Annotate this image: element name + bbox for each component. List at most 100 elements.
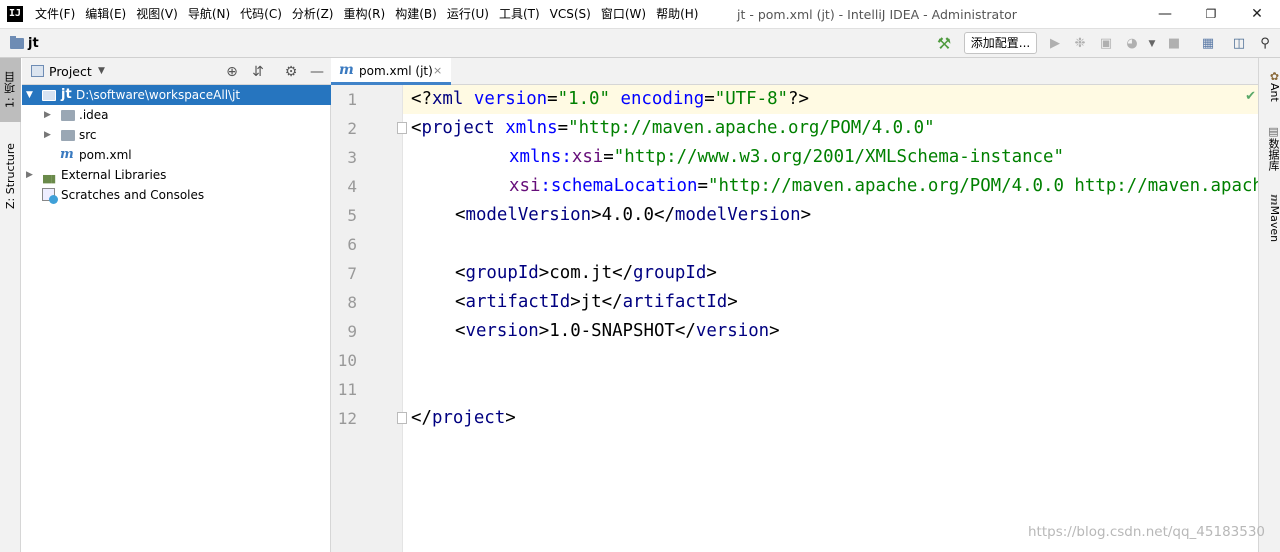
- add-configuration-button[interactable]: 添加配置...: [964, 32, 1037, 54]
- tool-tab-project[interactable]: 1: 项目: [0, 58, 21, 122]
- search-icon[interactable]: ⚲: [1255, 34, 1275, 54]
- code-token: =: [557, 118, 569, 138]
- close-window-button[interactable]: ✕: [1234, 0, 1280, 29]
- restore-button[interactable]: ❐: [1188, 0, 1234, 29]
- tree-item-label: Scratches and Consoles: [61, 188, 205, 202]
- code-token: <: [455, 292, 466, 312]
- profile-icon[interactable]: ◕: [1122, 34, 1142, 54]
- menu-vcs[interactable]: VCS(S): [545, 0, 596, 29]
- tree-item-external-libraries[interactable]: ▶ ▮▮▮ External Libraries: [22, 165, 331, 185]
- code-token: >: [505, 408, 516, 428]
- code-token: xmlns: [505, 118, 558, 138]
- project-panel-header: Project ▼ ⊕ ⇵ ⚙ —: [22, 58, 331, 85]
- code-token: <: [411, 118, 422, 138]
- expand-arrow-icon[interactable]: ▶: [44, 105, 51, 125]
- tab-pom-xml[interactable]: m pom.xml (jt) ×: [331, 58, 451, 85]
- chevron-down-icon[interactable]: ▼: [98, 58, 105, 85]
- tool-tab-ant[interactable]: ✿Ant: [1259, 66, 1280, 106]
- code-token: <: [455, 321, 466, 341]
- minimize-button[interactable]: —: [1142, 0, 1188, 29]
- line-number: 7: [347, 264, 357, 283]
- build-hammer-icon[interactable]: ⚒: [934, 34, 954, 54]
- line-number: 11: [337, 380, 357, 399]
- title-bar: IJ 文件(F) 编辑(E) 视图(V) 导航(N) 代码(C) 分析(Z) 重…: [0, 0, 1280, 29]
- tool-tab-database[interactable]: ▤数据库: [1259, 120, 1280, 176]
- debug-icon[interactable]: ❉: [1070, 34, 1090, 54]
- menu-window[interactable]: 窗口(W): [596, 0, 651, 29]
- editor-gutter[interactable]: 1 2 3 4 5 6 7 8 9 10 11 12: [331, 85, 407, 552]
- run-icon[interactable]: ▶: [1045, 34, 1065, 54]
- code-token: </: [674, 321, 696, 341]
- code-token: com.jt: [549, 263, 613, 283]
- right-tool-strip: ✿Ant ▤数据库 mMaven: [1258, 58, 1280, 552]
- project-structure-icon[interactable]: ▦: [1198, 34, 1218, 54]
- code-token: groupId: [465, 263, 539, 283]
- menu-file[interactable]: 文件(F): [30, 0, 80, 29]
- code-editor[interactable]: ✔ <?xml version="1.0" encoding="UTF-8"?>…: [403, 85, 1258, 552]
- menu-view[interactable]: 视图(V): [131, 0, 183, 29]
- line-number: 1: [347, 90, 357, 109]
- code-token: artifactId: [465, 292, 571, 312]
- tree-item-label: jt: [61, 87, 72, 102]
- code-token: modelVersion: [465, 205, 592, 225]
- breadcrumb-project[interactable]: jt: [28, 29, 39, 58]
- maven-file-icon: m: [339, 62, 354, 78]
- tree-item-label: .idea: [79, 108, 109, 122]
- code-token: </: [411, 408, 432, 428]
- tool-tab-structure[interactable]: Z: Structure: [0, 134, 21, 218]
- menu-edit[interactable]: 编辑(E): [80, 0, 131, 29]
- ant-icon: ✿: [1268, 70, 1280, 84]
- code-token: =: [547, 89, 558, 109]
- code-token: version: [473, 89, 548, 109]
- tree-item-src[interactable]: ▶ src: [22, 125, 331, 145]
- collapse-all-icon[interactable]: ⇵: [248, 62, 268, 82]
- menu-run[interactable]: 运行(U): [442, 0, 494, 29]
- locate-file-icon[interactable]: ⊕: [222, 62, 242, 82]
- tree-item-scratches[interactable]: Scratches and Consoles: [22, 185, 331, 205]
- line-number: 4: [347, 177, 357, 196]
- close-tab-icon[interactable]: ×: [433, 58, 442, 84]
- menu-help[interactable]: 帮助(H): [651, 0, 703, 29]
- tree-item-label: External Libraries: [61, 168, 167, 182]
- module-folder-icon: [42, 90, 56, 101]
- tree-item-pom[interactable]: m pom.xml: [22, 145, 331, 165]
- presentation-icon[interactable]: ◫: [1229, 34, 1249, 54]
- code-line-4: xsi:schemaLocation="http://maven.apache.…: [509, 172, 1258, 201]
- line-number: 12: [337, 409, 357, 428]
- code-token: version: [695, 321, 770, 341]
- project-panel-title[interactable]: Project: [49, 58, 92, 85]
- code-token: groupId: [633, 263, 707, 283]
- menu-refactor[interactable]: 重构(R): [339, 0, 391, 29]
- stop-icon[interactable]: ■: [1164, 34, 1184, 54]
- tool-tab-maven[interactable]: mMaven: [1259, 190, 1280, 246]
- menu-code[interactable]: 代码(C): [235, 0, 287, 29]
- tree-item-idea[interactable]: ▶ .idea: [22, 105, 331, 125]
- line-number: 5: [347, 206, 357, 225]
- line-number: 6: [347, 235, 357, 254]
- folder-icon: [61, 130, 75, 141]
- project-panel: Project ▼ ⊕ ⇵ ⚙ — ▼ jt D:\software\works…: [22, 58, 331, 552]
- coverage-icon[interactable]: ▣: [1096, 34, 1116, 54]
- expand-arrow-icon[interactable]: ▶: [44, 125, 51, 145]
- code-line-1: <?xml version="1.0" encoding="UTF-8"?>: [411, 85, 809, 114]
- hide-panel-icon[interactable]: —: [307, 62, 327, 82]
- expand-arrow-icon[interactable]: ▼: [26, 85, 33, 105]
- tool-tab-database-label: 数据库: [1267, 138, 1280, 171]
- code-token: >: [727, 292, 738, 312]
- menu-analyze[interactable]: 分析(Z): [287, 0, 339, 29]
- tool-tab-maven-label: Maven: [1268, 205, 1280, 243]
- profile-dropdown-icon[interactable]: ▼: [1142, 34, 1162, 54]
- gear-icon[interactable]: ⚙: [281, 62, 301, 82]
- code-token: "http://maven.apache.org/POM/4.0.0 http:…: [707, 176, 1258, 196]
- code-token: "http://maven.apache.org/POM/4.0.0": [568, 118, 935, 138]
- tree-item-jt[interactable]: ▼ jt D:\software\workspaceAll\jt: [22, 85, 331, 105]
- code-token: encoding: [620, 89, 705, 109]
- menu-navigate[interactable]: 导航(N): [183, 0, 235, 29]
- expand-arrow-icon[interactable]: ▶: [26, 165, 33, 185]
- menu-build[interactable]: 构建(B): [390, 0, 442, 29]
- code-token: xml: [431, 89, 464, 109]
- menu-tools[interactable]: 工具(T): [494, 0, 545, 29]
